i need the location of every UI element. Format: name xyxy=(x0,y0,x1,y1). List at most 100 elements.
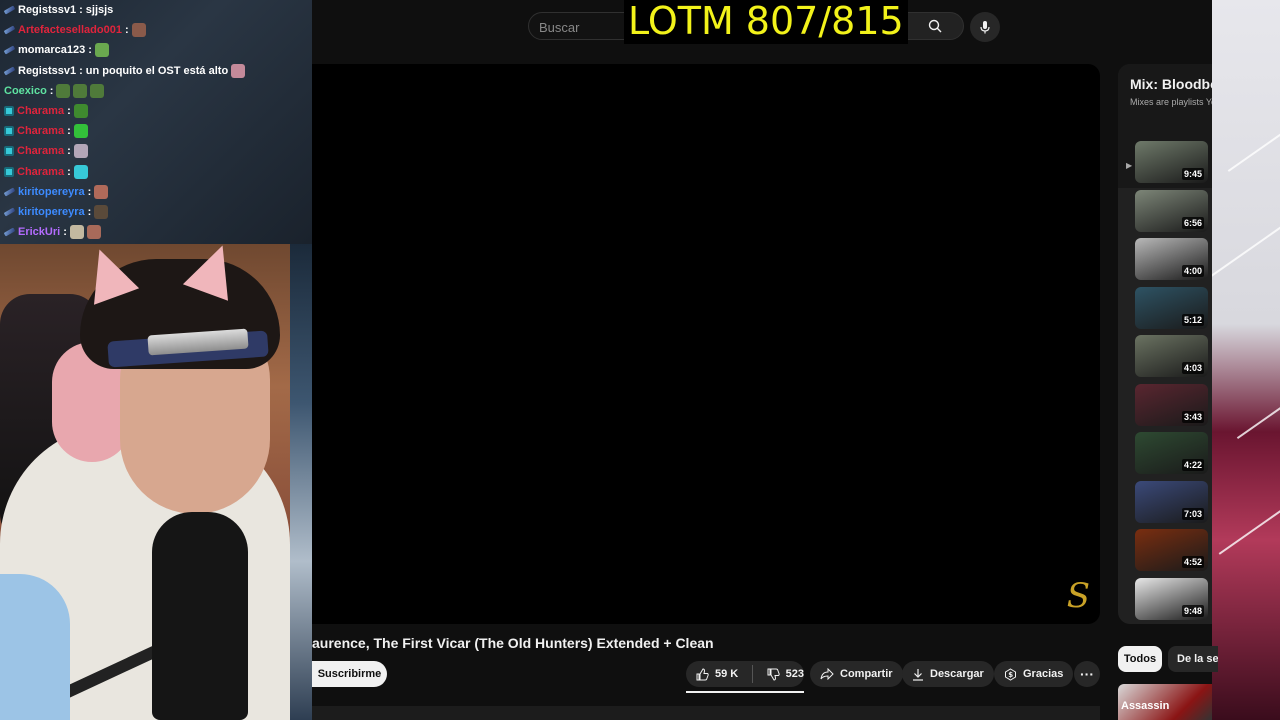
voice-search-button[interactable] xyxy=(970,12,1000,42)
download-button[interactable]: Descargar xyxy=(902,661,994,687)
video-title: aurence, The First Vicar (The Old Hunter… xyxy=(312,635,714,651)
microphone-icon xyxy=(980,21,990,34)
chat-username[interactable]: Charama xyxy=(17,105,64,117)
chat-separator: : xyxy=(87,185,92,198)
chat-emote-icon xyxy=(86,225,101,240)
playlist-subtitle: Mixes are playlists Yo xyxy=(1130,97,1212,107)
stream-side-art xyxy=(1212,0,1280,720)
chat-emote-icon xyxy=(90,83,105,98)
chat-message: Charama: xyxy=(4,141,88,161)
chat-emote-icon xyxy=(73,164,88,179)
video-player[interactable]: S xyxy=(312,64,1100,624)
chat-message: Coexico: xyxy=(4,81,105,101)
streamer-webcam xyxy=(0,244,312,720)
chat-message: Charama: xyxy=(4,101,88,121)
playlist-item[interactable]: 9:48 xyxy=(1135,577,1208,620)
chat-emote-icon xyxy=(73,83,88,98)
chat-message-text: sjjsjs xyxy=(85,4,114,16)
playlist-item[interactable]: 7:03 xyxy=(1135,480,1208,523)
chat-username[interactable]: Charama xyxy=(17,145,64,157)
chat-separator: : xyxy=(63,226,67,239)
playlist-item-duration: 9:48 xyxy=(1181,604,1204,617)
playlist-item-duration: 3:43 xyxy=(1181,410,1204,423)
playlist-item-duration: 6:56 xyxy=(1181,216,1204,229)
chat-emote-icon xyxy=(94,205,109,219)
chat-username[interactable]: kiritopereyra xyxy=(18,206,85,218)
gift-sub-badge-icon xyxy=(4,146,14,157)
chat-message: ErickUri: xyxy=(3,222,101,242)
now-playing-icon: ▶ xyxy=(1126,161,1133,170)
chat-badge-icon xyxy=(3,227,16,237)
playlist-item-duration: 9:45 xyxy=(1181,168,1204,180)
playlist-item[interactable]: 4:03 xyxy=(1135,335,1208,377)
share-label: Compartir xyxy=(840,668,893,680)
stream-screen: Buscar LOTM 807/815 S aurence, The First… xyxy=(0,0,1280,720)
gift-sub-badge-icon xyxy=(4,166,14,177)
chat-separator: : xyxy=(67,165,71,178)
playlist-item[interactable]: 5:12 xyxy=(1135,286,1208,329)
playlist-item[interactable]: 9:45 xyxy=(1135,141,1208,183)
chat-badge-icon xyxy=(3,187,16,197)
chip-all[interactable]: Todos xyxy=(1118,646,1162,672)
playlist-item-duration: 7:03 xyxy=(1181,507,1204,520)
playlist-item-duration: 4:22 xyxy=(1181,459,1204,471)
chat-username[interactable]: Registssv1 xyxy=(18,4,76,16)
chat-username[interactable]: Artefactesellado001 xyxy=(18,24,122,36)
svg-text:$: $ xyxy=(1008,671,1013,679)
chat-badge-icon xyxy=(3,45,16,55)
search-icon xyxy=(928,19,942,33)
chat-username[interactable]: Charama xyxy=(17,166,64,178)
thumbs-down-icon xyxy=(767,668,780,681)
chat-separator: : xyxy=(88,44,92,57)
chat-message: Registssv1: un poquito el OST está alto xyxy=(3,61,246,81)
playlist-item[interactable]: 3:43 xyxy=(1135,383,1208,426)
channel-watermark-logo: S xyxy=(1066,576,1090,616)
playlist-item-duration: 4:00 xyxy=(1181,265,1204,277)
chat-message: Charama: xyxy=(4,162,88,182)
chat-badge-icon xyxy=(3,25,16,35)
chat-badge-icon xyxy=(3,5,16,15)
playlist-item[interactable]: 4:00 xyxy=(1135,238,1208,280)
dislike-count: 523 xyxy=(785,668,804,680)
chat-separator: : xyxy=(124,24,129,37)
playlist-item[interactable]: 4:52 xyxy=(1135,529,1208,571)
playlist-item-duration: 4:03 xyxy=(1181,362,1204,374)
more-icon: ··· xyxy=(1080,666,1094,682)
below-video-area xyxy=(312,706,1100,720)
chat-username[interactable]: Charama xyxy=(17,125,64,137)
chat-username[interactable]: Registssv1 xyxy=(18,65,76,77)
playlist-title[interactable]: Mix: Bloodbo xyxy=(1130,76,1212,92)
dislike-button[interactable]: 523 xyxy=(759,668,804,681)
subscribe-button[interactable]: Suscribirme xyxy=(312,661,387,687)
chat-username[interactable]: momarca123 xyxy=(18,44,85,56)
chat-emote-icon xyxy=(56,83,71,98)
chat-separator: : xyxy=(49,84,54,97)
chat-username[interactable]: kiritopereyra xyxy=(18,186,85,198)
super-thanks-icon: $ xyxy=(1005,667,1016,681)
chat-username[interactable]: ErickUri xyxy=(18,226,60,238)
chat-separator: : xyxy=(79,64,83,77)
recommended-video-thumbnail[interactable]: Assassin xyxy=(1118,684,1212,720)
chip-from-series[interactable]: De la se xyxy=(1168,646,1218,672)
chat-badge-icon xyxy=(3,66,16,76)
chat-badge-icon xyxy=(3,207,16,217)
more-actions-button[interactable]: ··· xyxy=(1074,661,1100,687)
playlist-item[interactable]: 6:56 xyxy=(1135,189,1208,232)
playlist-item-duration: 5:12 xyxy=(1181,313,1204,326)
chat-separator: : xyxy=(87,206,92,218)
share-button[interactable]: Compartir xyxy=(810,661,903,687)
chat-message: momarca123: xyxy=(3,40,109,60)
thanks-button[interactable]: $ Gracias xyxy=(994,661,1074,687)
like-button[interactable]: 59 K xyxy=(686,667,746,681)
chat-separator: : xyxy=(67,125,71,138)
chat-emote-icon xyxy=(69,225,84,240)
playlist-item[interactable]: 4:22 xyxy=(1135,432,1208,474)
download-icon xyxy=(913,668,923,681)
chat-emote-icon xyxy=(94,43,109,58)
webcam-frame-edge xyxy=(290,244,312,720)
chat-username[interactable]: Coexico xyxy=(4,85,47,97)
mix-playlist-panel: Mix: Bloodbo Mixes are playlists Yo ▶ 9:… xyxy=(1118,64,1212,624)
progress-counter-overlay: LOTM 807/815 xyxy=(624,0,908,44)
chat-emote-icon xyxy=(73,104,88,118)
search-button[interactable] xyxy=(906,12,964,40)
